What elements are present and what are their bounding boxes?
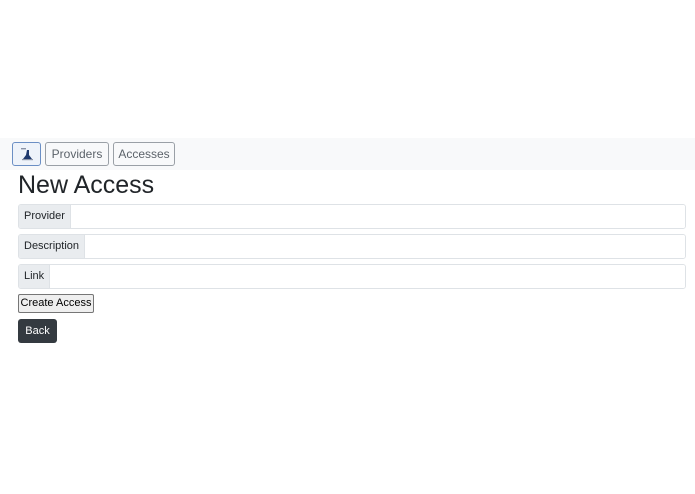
provider-label: Provider — [19, 205, 71, 228]
navbar: Providers Accesses — [0, 138, 695, 170]
page-title: New Access — [18, 171, 155, 199]
home-button[interactable] — [12, 142, 41, 166]
link-field-group: Link — [18, 264, 686, 289]
create-access-button[interactable]: Create Access — [18, 294, 94, 313]
nav-providers-button[interactable]: Providers — [45, 142, 109, 166]
nav-accesses-button[interactable]: Accesses — [113, 142, 175, 166]
description-input[interactable] — [85, 235, 685, 258]
link-label: Link — [19, 265, 51, 288]
provider-input[interactable] — [70, 205, 685, 228]
back-button[interactable]: Back — [18, 319, 57, 343]
provider-field-group: Provider — [18, 204, 686, 229]
description-field-group: Description — [18, 234, 686, 259]
description-label: Description — [19, 235, 86, 258]
link-input[interactable] — [50, 265, 685, 288]
logo-icon — [21, 148, 33, 161]
